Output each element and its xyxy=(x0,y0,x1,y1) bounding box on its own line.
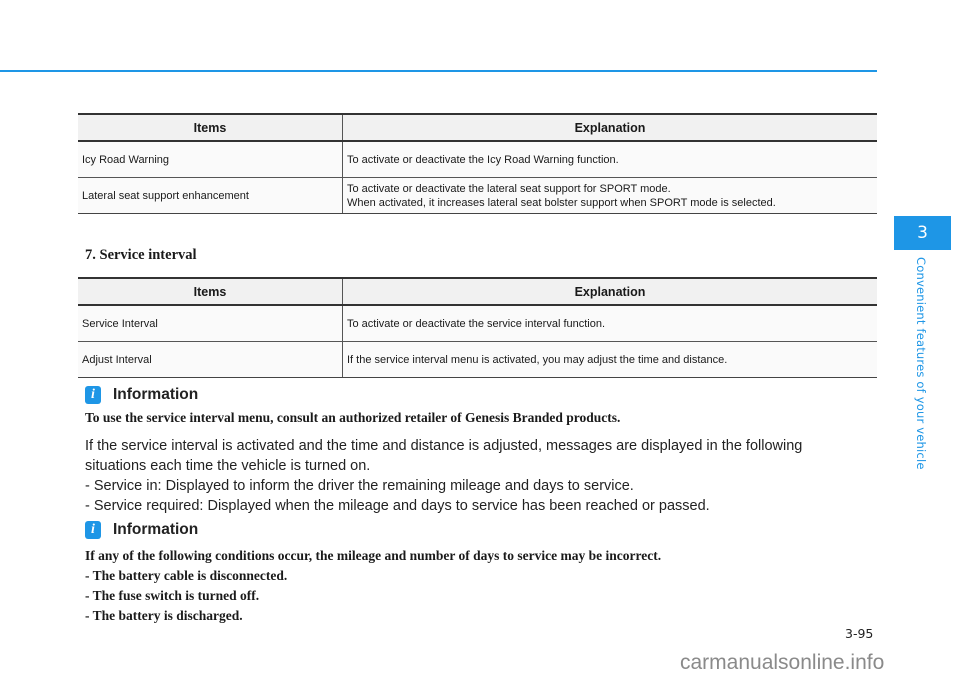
paragraph-line: If the service interval is activated and… xyxy=(85,438,803,454)
condition-line: If any of the following conditions occur… xyxy=(85,548,662,563)
explanation-line: To activate or deactivate the Icy Road W… xyxy=(347,153,619,166)
table-header-row: Items Explanation xyxy=(78,277,877,306)
information-heading: i Information xyxy=(85,521,198,539)
condition-line: - The fuse switch is turned off. xyxy=(85,588,260,603)
item-cell: Lateral seat support enhancement xyxy=(78,177,343,214)
info-icon: i xyxy=(85,521,101,539)
column-header-explanation: Explanation xyxy=(342,113,877,142)
column-header-items: Items xyxy=(78,277,343,306)
table-row: Adjust Interval If the service interval … xyxy=(78,341,877,378)
paragraph-line: situations each time the vehicle is turn… xyxy=(85,458,371,474)
information-heading: i Information xyxy=(85,386,198,404)
item-cell: Adjust Interval xyxy=(78,341,343,378)
information-heading-label: Information xyxy=(113,521,199,538)
explanation-cell: To activate or deactivate the lateral se… xyxy=(342,177,877,214)
chapter-tab: 3 xyxy=(894,216,951,250)
table-row: Lateral seat support enhancement To acti… xyxy=(78,177,877,214)
item-cell: Service Interval xyxy=(78,305,343,342)
information-conditions: If any of the following conditions occur… xyxy=(85,546,661,626)
section-title: 7. Service interval xyxy=(85,247,197,263)
paragraph-line: - Service required: Displayed when the m… xyxy=(85,498,710,514)
header-rule xyxy=(0,70,877,72)
explanation-cell: To activate or deactivate the service in… xyxy=(342,305,877,342)
service-interval-paragraph: If the service interval is activated and… xyxy=(85,436,802,516)
table-row: Icy Road Warning To activate or deactiva… xyxy=(78,141,877,178)
settings-table: Items Explanation Icy Road Warning To ac… xyxy=(78,113,877,214)
item-cell: Icy Road Warning xyxy=(78,141,343,178)
explanation-cell: If the service interval menu is activate… xyxy=(342,341,877,378)
explanation-line: When activated, it increases lateral sea… xyxy=(347,196,776,209)
page-number: 3-95 xyxy=(845,626,874,641)
information-heading-label: Information xyxy=(113,386,199,403)
paragraph-line: - Service in: Displayed to inform the dr… xyxy=(85,478,634,494)
explanation-line: To activate or deactivate the lateral se… xyxy=(347,182,671,195)
column-header-explanation: Explanation xyxy=(342,277,877,306)
table-row: Service Interval To activate or deactiva… xyxy=(78,305,877,342)
table-header-row: Items Explanation xyxy=(78,113,877,142)
condition-line: - The battery cable is disconnected. xyxy=(85,568,288,583)
condition-line: - The battery is discharged. xyxy=(85,608,243,623)
column-header-items: Items xyxy=(78,113,343,142)
service-interval-table: Items Explanation Service Interval To ac… xyxy=(78,277,877,378)
explanation-cell: To activate or deactivate the Icy Road W… xyxy=(342,141,877,178)
information-note: To use the service interval menu, consul… xyxy=(85,410,621,425)
watermark: carmanualsonline.info xyxy=(680,651,885,674)
chapter-title: Convenient features of your vehicle xyxy=(914,257,928,470)
info-icon: i xyxy=(85,386,101,404)
